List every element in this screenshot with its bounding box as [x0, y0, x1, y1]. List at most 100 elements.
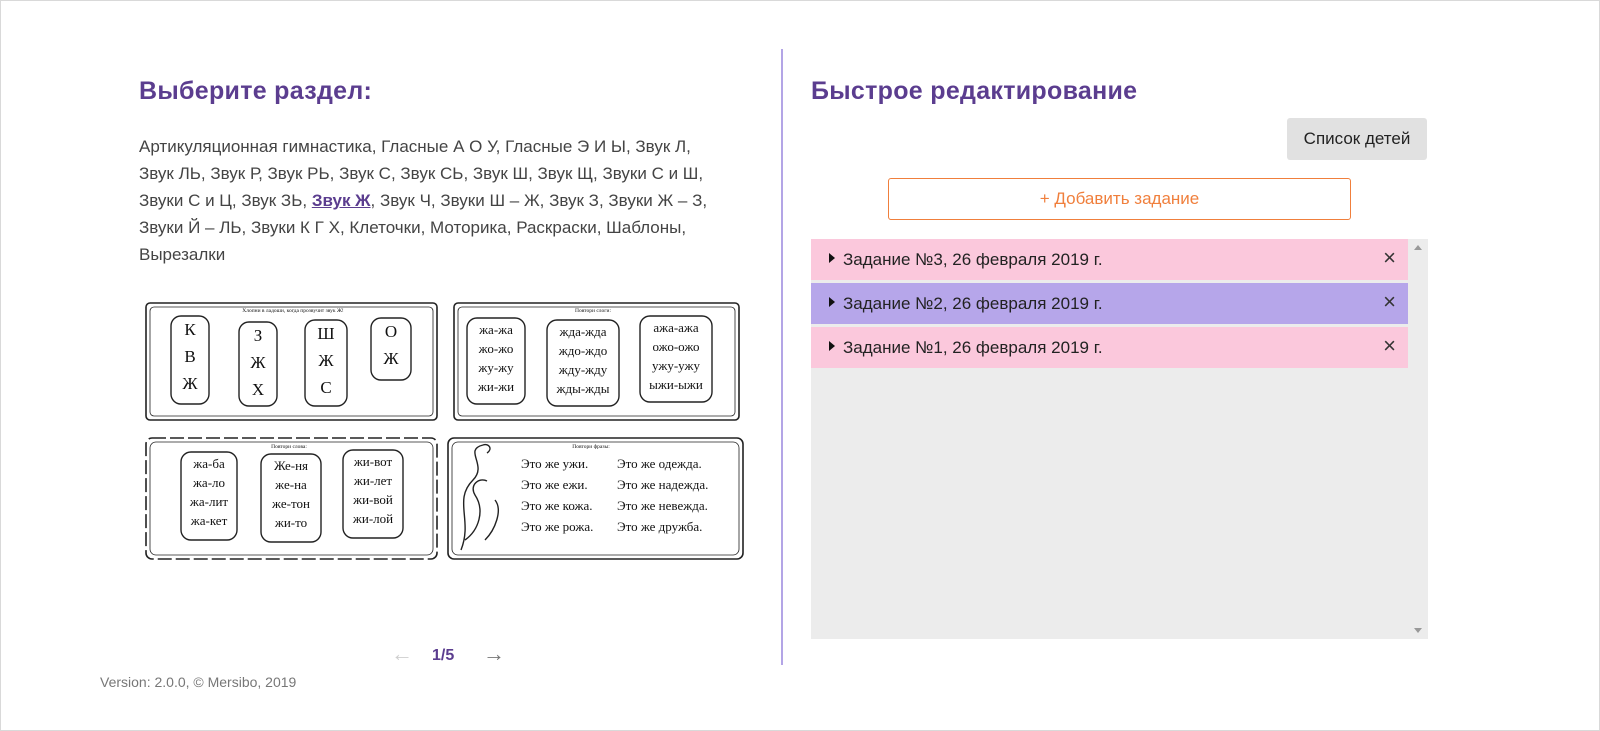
worksheet-heading: Повтори слоги: — [575, 308, 611, 314]
worksheet-text: Это же рожа. — [521, 519, 593, 534]
task-label: Задание №1, 26 февраля 2019 г. — [843, 338, 1103, 357]
worksheet-heading: Повтори фразы: — [572, 443, 610, 450]
worksheet-text: Это же одежда. — [617, 456, 702, 471]
worksheet-text: К — [184, 320, 196, 339]
section-link[interactable]: Звук Ч — [380, 191, 431, 210]
worksheet-text: ужу-ужу — [652, 358, 700, 373]
section-link[interactable]: Моторика — [430, 218, 507, 237]
quick-edit-title: Быстрое редактирование — [811, 77, 1138, 105]
section-list: Артикуляционная гимнастика, Гласные А О … — [139, 133, 749, 268]
section-link[interactable]: Звук Ш — [473, 164, 528, 183]
section-link[interactable]: Звуки С и Ш — [603, 164, 699, 183]
section-link[interactable]: Звук Ж — [312, 191, 371, 210]
section-separator: , — [625, 137, 636, 156]
section-separator: , — [420, 218, 431, 237]
section-separator: , — [329, 164, 340, 183]
section-link[interactable]: Звук С — [339, 164, 391, 183]
section-link[interactable]: Звуки Й – ЛЬ — [139, 218, 242, 237]
delete-task-icon[interactable]: × — [1383, 333, 1396, 359]
section-link[interactable]: Звук З — [549, 191, 599, 210]
page-indicator: 1/5 — [432, 647, 455, 664]
worksheet-text: жа-ба — [192, 456, 225, 471]
next-page-icon[interactable]: → — [483, 643, 505, 665]
section-separator: , — [241, 218, 251, 237]
expand-caret-icon[interactable] — [829, 297, 835, 307]
task-label: Задание №2, 26 февраля 2019 г. — [843, 294, 1103, 313]
section-link[interactable]: Звуки К Г Х — [251, 218, 340, 237]
worksheet-text: Ж — [182, 374, 198, 393]
section-separator: , — [598, 191, 609, 210]
worksheet-text: жду-жду — [558, 362, 608, 377]
section-link[interactable]: Звук ЗЬ — [241, 191, 302, 210]
worksheet-text: Ж — [318, 351, 334, 370]
column-divider — [781, 49, 783, 665]
section-separator: , — [258, 164, 268, 183]
section-separator: , — [390, 164, 401, 183]
delete-task-icon[interactable]: × — [1383, 289, 1396, 315]
section-link[interactable]: Звуки Ш – Ж — [440, 191, 539, 210]
task-list[interactable]: Задание №3, 26 февраля 2019 г. × Задание №… — [811, 239, 1428, 639]
section-link[interactable]: Звуки С и Ц — [139, 191, 232, 210]
worksheet-text: жды-жды — [556, 381, 610, 396]
worksheet-text: же-тон — [271, 496, 310, 511]
section-link[interactable]: Клеточки — [349, 218, 420, 237]
section-link[interactable]: Звук Л — [635, 137, 686, 156]
section-link[interactable]: Артикуляционная гимнастика — [139, 137, 372, 156]
section-separator: , — [463, 164, 473, 183]
worksheet-text: Это же ежи. — [521, 477, 588, 492]
worksheet-text: ожо-ожо — [653, 339, 700, 354]
prev-page-icon[interactable]: ← — [391, 643, 413, 665]
task-row[interactable]: Задание №1, 26 февраля 2019 г. × — [811, 327, 1408, 368]
worksheet-text: Это же надежда. — [617, 477, 708, 492]
task-row[interactable]: Задание №3, 26 февраля 2019 г. × — [811, 239, 1408, 280]
section-link[interactable]: Звук Р — [210, 164, 258, 183]
section-link[interactable]: Гласные А О У — [381, 137, 495, 156]
section-separator: , — [528, 164, 538, 183]
worksheet-text: ажа-ажа — [653, 320, 699, 335]
worksheet-text: Это же дружба. — [617, 519, 702, 534]
version-info: Version: 2.0.0, © Mersibo, 2019 — [100, 674, 297, 690]
worksheet-text: жда-жда — [558, 324, 606, 339]
worksheet-text: Это же ужи. — [521, 456, 588, 471]
section-separator: , — [702, 191, 708, 210]
section-separator: , — [596, 218, 607, 237]
section-link[interactable]: Вырезалки — [139, 245, 225, 264]
expand-caret-icon[interactable] — [829, 341, 835, 351]
expand-caret-icon[interactable] — [829, 253, 835, 263]
add-task-button[interactable]: + Добавить задание — [888, 178, 1351, 220]
section-link[interactable]: Шаблоны — [606, 218, 681, 237]
section-separator: , — [593, 164, 603, 183]
section-link[interactable]: Гласные Э И Ы — [505, 137, 626, 156]
section-separator: , — [339, 218, 350, 237]
worksheet-text: жа-жа — [478, 322, 513, 337]
worksheet-text: жу-жу — [477, 360, 514, 375]
section-separator: , — [370, 191, 380, 210]
section-link[interactable]: Звук РЬ — [268, 164, 330, 183]
worksheet-text: Это же невежда. — [617, 498, 708, 513]
task-row[interactable]: Задание №2, 26 февраля 2019 г. × — [811, 283, 1408, 324]
kids-list-button[interactable]: Список детей — [1287, 118, 1427, 160]
section-separator: , — [539, 191, 550, 210]
worksheet-text: Это же кожа. — [521, 498, 593, 513]
worksheet-text: жи-вот — [353, 454, 393, 469]
worksheet-text: Же-ня — [274, 458, 308, 473]
worksheet-text: С — [320, 378, 331, 397]
scroll-up-icon[interactable] — [1414, 245, 1422, 250]
snake-doodle — [460, 443, 499, 551]
scroll-down-icon[interactable] — [1414, 628, 1422, 633]
worksheet-text: жа-кет — [190, 513, 228, 528]
section-link[interactable]: Звук Щ — [538, 164, 594, 183]
task-list-scrollbar[interactable] — [1409, 239, 1428, 639]
worksheet-text: Х — [252, 380, 264, 399]
worksheet-text: Ж — [250, 353, 266, 372]
section-link[interactable]: Звук ЛЬ — [139, 164, 201, 183]
worksheet-text: жи-лет — [353, 473, 393, 488]
delete-task-icon[interactable]: × — [1383, 245, 1396, 271]
section-link[interactable]: Звук СЬ — [400, 164, 463, 183]
section-separator: , — [430, 191, 441, 210]
section-link[interactable]: Раскраски — [516, 218, 597, 237]
worksheet-text: В — [184, 347, 195, 366]
section-link[interactable]: Звуки Ж – З — [608, 191, 702, 210]
worksheet-text: ждо-ждо — [558, 343, 608, 358]
section-picker-title: Выберите раздел: — [139, 77, 373, 105]
